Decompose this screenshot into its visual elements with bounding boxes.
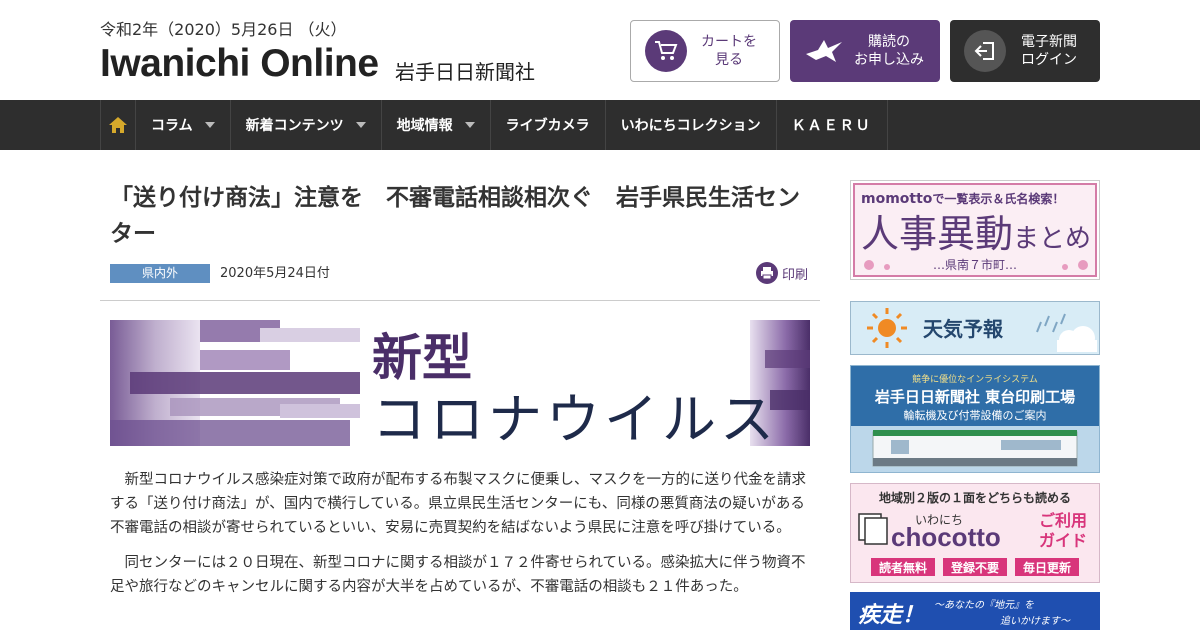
- print-label: 印刷: [782, 267, 809, 283]
- ad5-sub: 〜あなたの『地元』を: [934, 599, 1034, 611]
- ad-banner-chocotto[interactable]: 地域別２版の１面をどちらも読める いわにち chocotto ご利用 ガイド 読…: [850, 483, 1100, 583]
- cloud-icon: [1057, 326, 1097, 352]
- nav-item-label: ＫＡＥＲＵ: [791, 118, 872, 134]
- ad4-usage-2: ガイド: [1039, 531, 1087, 550]
- nav-item-new-contents[interactable]: 新着コンテンツ: [231, 100, 382, 150]
- ad1-top-text: で一覧表示＆氏名検索！: [932, 191, 1064, 206]
- divider: [100, 300, 820, 301]
- banner-text-line1: 新型: [372, 329, 472, 387]
- ad2-label: 天気予報: [923, 317, 1004, 341]
- login-icon: [964, 30, 1006, 72]
- ad4-tag-3: 毎日更新: [1023, 560, 1071, 575]
- ad-banner-jinji-ido[interactable]: momottoで一覧表示＆氏名検索！ 人事異動まとめ …県南７市町…: [850, 180, 1100, 280]
- nav-item-label: コラム: [151, 118, 193, 134]
- ad1-main-big: 人事異動: [861, 212, 1013, 256]
- ad4-top: 地域別２版の１面をどちらも読める: [879, 490, 1071, 505]
- ad3-subtitle: 輪転機及び付帯設備のご案内: [904, 408, 1047, 422]
- ad5-sub2: 追いかけます〜: [1000, 615, 1071, 627]
- cart-button-label: カートを 見る: [701, 34, 757, 68]
- ad4-tag-2: 登録不要: [950, 560, 999, 575]
- article-banner-image: 新型 コロナウイルス: [110, 320, 810, 446]
- article-paragraph: 同センターには２０日現在、新型コロナに関する相談が１７２件寄せられている。感染拡…: [110, 555, 806, 595]
- nav-item-column[interactable]: コラム: [136, 100, 231, 150]
- subscribe-button[interactable]: 購読の お申し込み: [790, 20, 940, 82]
- article-date: 2020年5月24日付: [220, 266, 330, 281]
- rain-icon: [1036, 313, 1066, 333]
- epaper-login-button[interactable]: 電子新聞 ログイン: [950, 20, 1100, 82]
- site-logo-subtitle[interactable]: 岩手日日新聞社: [395, 56, 535, 85]
- printer-icon: [756, 262, 778, 284]
- ad-banner-printing-factory[interactable]: 競争に優位なインライシステム 岩手日日新聞社 東台印刷工場 輪転機及び付帯設備の…: [850, 365, 1100, 473]
- ad4-tag-1: 読者無料: [879, 560, 927, 575]
- home-icon: [109, 117, 127, 133]
- nav-item-collection[interactable]: いわにちコレクション: [606, 100, 777, 150]
- nav-home[interactable]: [100, 100, 136, 150]
- ad1-main-small: まとめ: [1013, 224, 1091, 254]
- ad4-usage-1: ご利用: [1039, 511, 1087, 530]
- cart-button[interactable]: カートを 見る: [630, 20, 780, 82]
- ad3-tagline: 競争に優位なインライシステム: [912, 373, 1038, 385]
- print-button[interactable]: 印刷: [756, 262, 808, 284]
- sun-icon: [867, 308, 907, 348]
- category-badge[interactable]: 県内外: [110, 264, 210, 283]
- chevron-down-icon: [464, 122, 475, 128]
- ad-banner-shisso[interactable]: 疾走！ 〜あなたの『地元』を 追いかけます〜: [850, 592, 1100, 630]
- bird-icon: [804, 30, 846, 72]
- site-logo[interactable]: Iwanichi Online: [100, 42, 379, 86]
- nav-item-kaeru[interactable]: ＫＡＥＲＵ: [777, 100, 888, 150]
- banner-text-line2: コロナウイルス: [372, 388, 778, 446]
- article-paragraph: 新型コロナウイルス感染症対策で政府が配布する布製マスクに便乗し、マスクを一方的に…: [110, 472, 806, 536]
- article-title: 「送り付け商法」注意を 不審電話相談相次ぐ 岩手県民生活センター: [110, 185, 800, 247]
- nav-item-label: 地域情報: [396, 118, 453, 134]
- chevron-down-icon: [355, 122, 366, 128]
- cart-icon: [645, 30, 687, 72]
- article-body: 新型コロナウイルス感染症対策で政府が配布する布製マスクに便乗し、マスクを一方的に…: [110, 468, 810, 610]
- nav-item-local-info[interactable]: 地域情報: [382, 100, 491, 150]
- nav-item-label: 新着コンテンツ: [245, 118, 344, 134]
- chevron-down-icon: [204, 122, 215, 128]
- ad1-bottom: …県南７市町…: [933, 257, 1017, 272]
- main-nav: コラム 新着コンテンツ 地域情報 ライブカメラ いわにちコレクション ＫＡＥＲＵ: [0, 100, 1200, 150]
- ad5-main: 疾走！: [858, 602, 924, 628]
- ad3-title: 岩手日日新聞社 東台印刷工場: [874, 388, 1075, 406]
- nav-item-label: ライブカメラ: [505, 118, 590, 134]
- ad-banner-weather[interactable]: 天気予報: [850, 301, 1100, 355]
- nav-item-live-camera[interactable]: ライブカメラ: [491, 100, 606, 150]
- subscribe-button-label: 購読の お申し込み: [854, 34, 924, 68]
- svg-text:momottoで一覧表示＆氏名検索！: momottoで一覧表示＆氏名検索！: [861, 191, 1064, 207]
- nav-item-label: いわにちコレクション: [620, 118, 761, 134]
- ad4-brand: chocotto: [891, 522, 1001, 552]
- site-header: 令和2年（2020）5月26日 （火） Iwanichi Online 岩手日日…: [0, 0, 1200, 100]
- current-date: 令和2年（2020）5月26日 （火）: [100, 20, 347, 39]
- epaper-login-label: 電子新聞 ログイン: [1021, 34, 1077, 68]
- ad1-brand: momotto: [861, 191, 933, 207]
- factory-building-image: [872, 430, 1078, 467]
